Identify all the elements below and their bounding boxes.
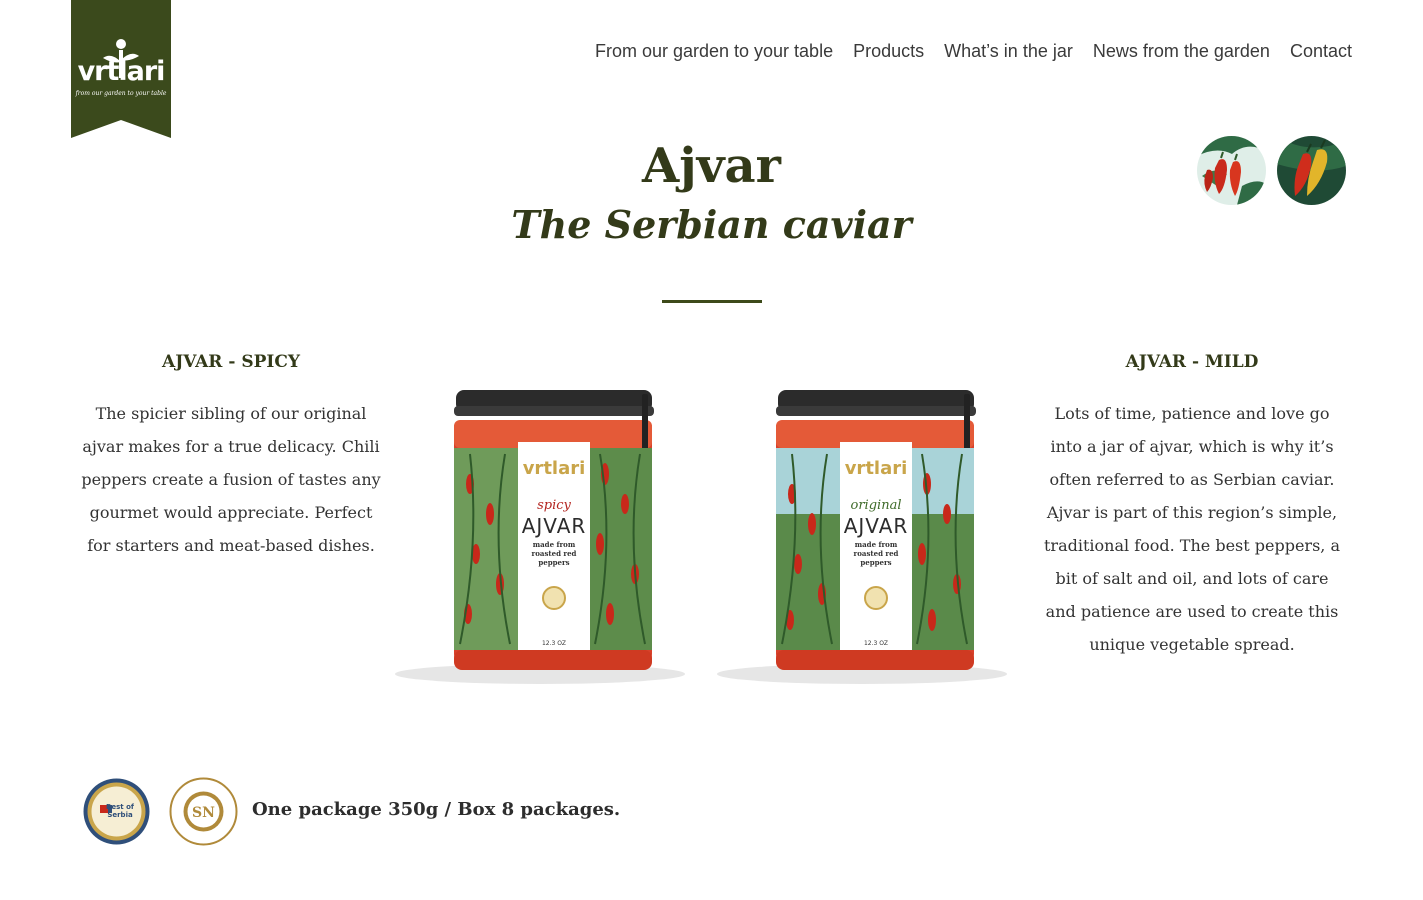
mild-jar-variant: original	[850, 498, 902, 513]
best-of-serbia-badge-icon: Best of Serbia	[82, 777, 151, 846]
spicy-jar-image: vrtlari spicy AJVAR made from roasted re…	[390, 384, 690, 689]
nav-item-whats-in-the-jar[interactable]: What’s in the jar	[944, 41, 1073, 62]
gold-medal-badge-icon: SN	[169, 777, 238, 846]
spicy-jar-weight: 12.3 OZ	[541, 640, 567, 647]
spicy-description: The spicier sibling of our original ajva…	[81, 404, 381, 555]
main-nav: From our garden to your table Products W…	[595, 41, 1352, 62]
svg-text:Serbia: Serbia	[107, 811, 133, 819]
logo-wordmark: vrtlari	[77, 56, 166, 87]
nav-item-contact[interactable]: Contact	[1290, 41, 1352, 62]
mild-variant-pepper-icon[interactable]	[1277, 136, 1346, 205]
title-divider	[662, 300, 762, 303]
spicy-variant-pepper-icon[interactable]	[1197, 136, 1266, 205]
spicy-jar-description: made from roasted red peppers	[531, 540, 577, 567]
page-subtitle: The Serbian caviar	[511, 202, 912, 247]
logo-tagline: from our garden to your table	[75, 90, 167, 97]
nav-item-news[interactable]: News from the garden	[1093, 41, 1270, 62]
nav-item-products[interactable]: Products	[853, 41, 924, 62]
svg-text:Best of: Best of	[106, 803, 135, 811]
spicy-heading: AJVAR - SPICY	[162, 352, 300, 372]
mild-jar-description: made from roasted red peppers	[853, 540, 899, 567]
logo-banner[interactable]: vrtlari from our garden to your table	[71, 0, 171, 138]
mild-description: Lots of time, patience and love go into …	[1043, 404, 1340, 654]
package-info: One package 350g / Box 8 packages.	[252, 799, 621, 820]
mild-jar-image: vrtlari original AJVAR made from roasted…	[712, 384, 1012, 689]
mild-heading: AJVAR - MILD	[1125, 352, 1259, 372]
spicy-jar-name: AJVAR	[521, 514, 587, 538]
svg-text:SN: SN	[192, 805, 215, 821]
mild-jar-name: AJVAR	[843, 514, 909, 538]
mild-jar-brand: vrtlari	[844, 458, 908, 479]
spicy-jar-variant: spicy	[537, 498, 571, 513]
nav-item-garden[interactable]: From our garden to your table	[595, 41, 833, 62]
spicy-jar-brand: vrtlari	[522, 458, 586, 479]
mild-jar-weight: 12.3 OZ	[863, 640, 889, 647]
